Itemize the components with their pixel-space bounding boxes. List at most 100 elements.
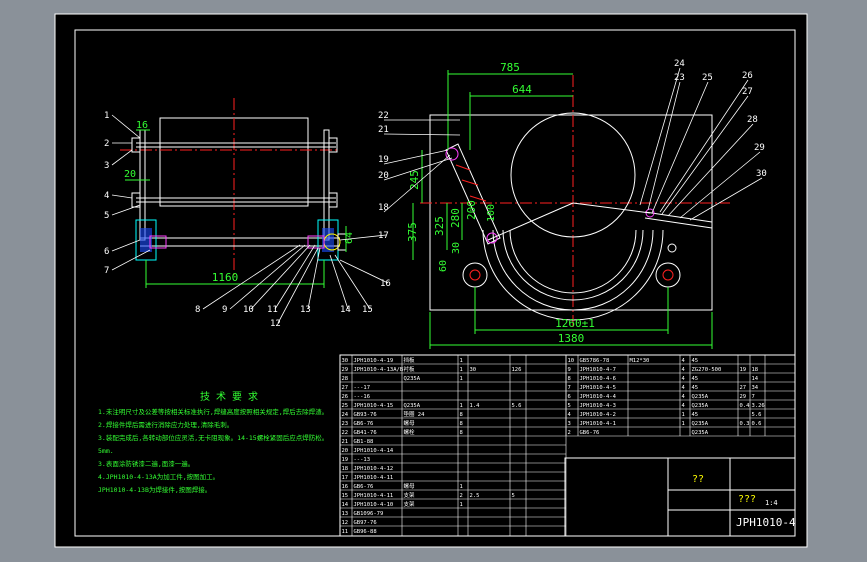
bom-cell: 7	[752, 394, 755, 400]
dim-30: 30	[451, 242, 462, 254]
bom-cell: JPH1010-4-5	[580, 385, 616, 391]
balloon-label: 6	[104, 247, 109, 257]
balloon-label: 5	[104, 211, 109, 221]
bom-cell: 5.6	[752, 412, 762, 418]
note-line: 3.装配完成后,各转动部位应灵活,无卡阻现象。14-15螺栓紧固后应点焊防松。	[98, 433, 328, 442]
dim-1260: 1260±1	[555, 317, 595, 330]
bom-cell: 45	[692, 385, 699, 391]
note-line: 5mm.	[98, 447, 114, 455]
balloon-label: 19	[378, 155, 389, 165]
bom-cell: 30	[470, 367, 477, 373]
balloon-label: 7	[104, 266, 109, 276]
bom-cell: 27	[342, 385, 349, 391]
bom-cell: 12	[342, 520, 349, 526]
bom-cell: 8	[460, 412, 463, 418]
bom-cell: 19	[342, 457, 349, 463]
bom-cell: 27	[740, 385, 747, 391]
dim-20: 20	[124, 169, 136, 180]
balloon-label: 25	[702, 73, 713, 83]
dim-280: 280	[449, 208, 462, 228]
dim-245: 245	[408, 170, 421, 190]
balloon-label: 8	[195, 305, 200, 315]
bom-cell: JPH1010-4-1	[580, 421, 616, 427]
bom-cell: JPH1010-4-12	[354, 466, 394, 472]
bom-cell: Q235A	[692, 394, 709, 400]
bom-cell: GB1-88	[354, 439, 374, 445]
bom-cell: 17	[342, 475, 349, 481]
bom-cell: JPH1010-4-7	[580, 367, 616, 373]
bom-cell: GB41-76	[354, 430, 377, 436]
balloon-label: 22	[378, 111, 389, 121]
bom-cell: JPH1010-4-3	[580, 403, 616, 409]
bom-cell: 30	[342, 358, 349, 364]
bom-cell: 14	[342, 502, 349, 508]
bom-cell: M12*30	[630, 358, 650, 364]
bom-cell: 21	[342, 439, 349, 445]
dim-375: 375	[406, 222, 419, 242]
bom-cell: 支架	[404, 500, 416, 508]
balloon-label: 17	[378, 231, 389, 241]
bom-cell: 0.6	[752, 421, 762, 427]
bom-cell: Q235A	[404, 403, 421, 409]
bom-cell: 2	[460, 493, 463, 499]
bom-cell: ---16	[354, 394, 371, 400]
balloon-label: 29	[754, 143, 765, 153]
balloon-label: 18	[378, 203, 389, 213]
bom-cell: 11	[342, 529, 349, 535]
balloon-label: 20	[378, 171, 389, 181]
balloon-label: 16	[380, 279, 391, 289]
bom-cell: JPH1010-4-13A/B	[354, 367, 404, 373]
bom-cell: 18	[752, 367, 759, 373]
bom-cell: GB6-76	[580, 430, 600, 436]
bom-cell: 9	[568, 367, 571, 373]
bom-cell: 1	[460, 367, 463, 373]
bom-cell: 1	[460, 502, 463, 508]
bom-cell: Q235A	[692, 403, 709, 409]
bom-cell: 15	[342, 493, 349, 499]
bom-cell: 13	[342, 511, 349, 517]
bom-cell: 45	[692, 358, 699, 364]
balloon-label: 12	[270, 319, 281, 329]
bom-cell: JPH1010-4-2	[580, 412, 616, 418]
balloon-label: 1	[104, 111, 109, 121]
note-line: 4.JPH1010-4-13A为加工件,按图加工。	[98, 472, 219, 481]
bom-cell: 8	[568, 376, 571, 382]
bom-cell: 25	[342, 403, 349, 409]
tb-scale: 1:4	[765, 499, 778, 507]
dim-644: 644	[512, 83, 532, 96]
tb-name2: ???	[738, 494, 756, 505]
bom-cell: JPH1010-4-6	[580, 376, 616, 382]
bom-cell: 8	[460, 421, 463, 427]
bom-cell: JPH1010-4-19	[354, 358, 394, 364]
note-line: 3.表面涂防锈漆二遍,面漆一遍。	[98, 459, 194, 468]
bom-cell: Q235A	[404, 376, 421, 382]
balloon-label: 4	[104, 191, 109, 201]
bom-cell: 22	[342, 430, 349, 436]
balloon-label: 2	[104, 139, 109, 149]
bom-cell: 0.4	[740, 403, 751, 409]
balloon-label: 15	[362, 305, 373, 315]
bom-cell: ---13	[354, 457, 371, 463]
bom-cell: 29	[740, 394, 747, 400]
bom-cell: 8	[460, 430, 463, 436]
bom-cell: 10	[568, 358, 575, 364]
bom-cell: 支架	[404, 491, 416, 499]
bom-cell: ---17	[354, 385, 371, 391]
balloon-label: 11	[267, 305, 278, 315]
bom-cell: 3.26	[752, 403, 765, 409]
bom-cell: 18	[342, 466, 349, 472]
bom-cell: GB5786-78	[580, 358, 610, 364]
dim-200: 200	[465, 200, 478, 220]
dim-1160: 1160	[212, 271, 239, 284]
balloon-label: 21	[378, 125, 389, 135]
bom-cell: Q235A	[692, 421, 709, 427]
bom-cell: 螺母	[404, 419, 416, 427]
bom-cell: JPH1010-4-11	[354, 493, 394, 499]
bom-cell: 1	[460, 376, 463, 382]
bom-cell: JPH1010-4-15	[354, 403, 394, 409]
bom-cell: 34	[752, 385, 759, 391]
bom-cell: 3	[568, 421, 571, 427]
dim-60: 60	[438, 260, 449, 272]
dim-100: 100	[486, 204, 497, 222]
bom-cell: 28	[342, 376, 349, 382]
